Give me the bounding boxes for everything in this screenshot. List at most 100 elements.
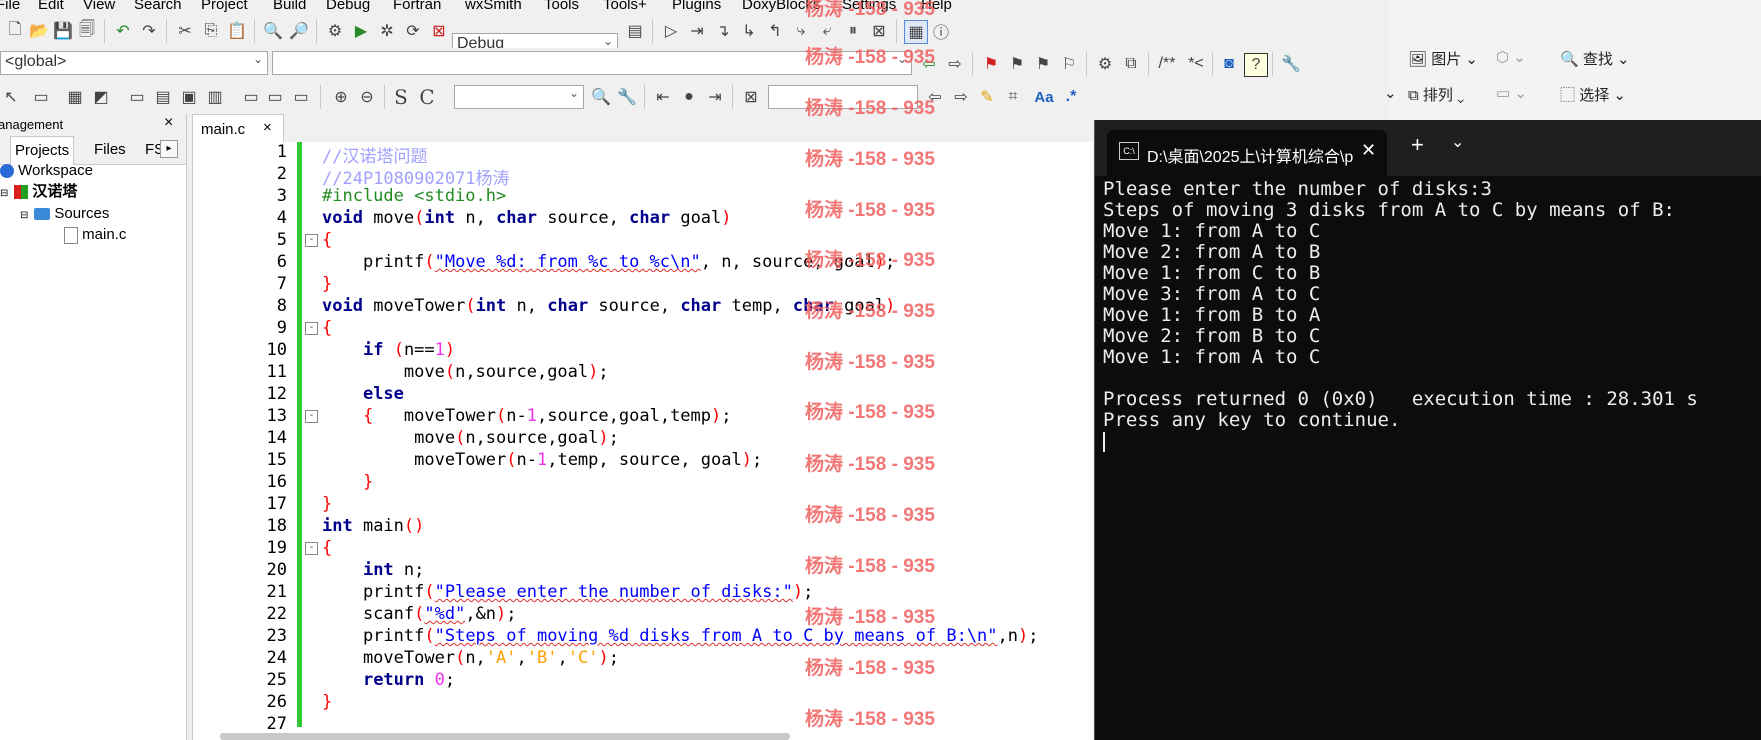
step-out-icon[interactable]: ↰: [764, 20, 786, 42]
doxy-inline-button[interactable]: *<: [1184, 53, 1208, 75]
abort-icon[interactable]: ⊠: [428, 20, 450, 42]
menu-view[interactable]: View: [83, 0, 115, 13]
close-icon[interactable]: ×: [164, 114, 173, 132]
clear-bookmarks-icon[interactable]: ⚐: [1058, 53, 1080, 75]
frame1-icon[interactable]: ▭: [240, 86, 262, 108]
find-icon[interactable]: 🔍: [262, 20, 284, 42]
terminal-tab[interactable]: C:\ D:\桌面\2025上\计算机综合\p ✕: [1107, 130, 1387, 176]
menu-fortran[interactable]: Fortran: [393, 0, 441, 13]
chevron-down-icon[interactable]: ⌄: [1451, 132, 1464, 152]
picture-button[interactable]: 🖼 图片 ⌄: [1408, 48, 1478, 69]
diagonal-icon[interactable]: ◩: [90, 86, 112, 108]
record-icon[interactable]: ●: [678, 86, 700, 108]
frame3-icon[interactable]: ▭: [290, 86, 312, 108]
shape-fill-icon[interactable]: ⬡ ⌄: [1496, 48, 1526, 66]
redo-icon[interactable]: ↷: [138, 20, 160, 42]
menu-search[interactable]: Search: [134, 0, 182, 13]
save-all-icon[interactable]: 🗐: [76, 20, 98, 42]
pointer-icon[interactable]: ↖: [0, 86, 22, 108]
run-to-cursor-icon[interactable]: ⇥: [686, 20, 708, 42]
fold-toggle-icon[interactable]: -: [305, 410, 318, 423]
search-doc-icon[interactable]: 🔍: [590, 86, 612, 108]
info-icon[interactable]: ⓘ: [930, 20, 952, 42]
arrange-button[interactable]: ⧉ 排列 ⌄: [1408, 84, 1464, 105]
zoom-out-icon[interactable]: ⊖: [356, 86, 378, 108]
build-run-icon[interactable]: ✲: [376, 20, 398, 42]
menu-edit[interactable]: Edit: [38, 0, 64, 13]
layout4-icon[interactable]: ▥: [204, 86, 226, 108]
scope-select[interactable]: <global> ⌄: [0, 51, 268, 75]
terminal-window[interactable]: C:\ D:\桌面\2025上\计算机综合\p ✕ + ⌄ Please ent…: [1094, 120, 1761, 740]
code-editor[interactable]: 1 2 3 4 5 6 7 8 9 10 11 12 13 14 15 16 17 18 19 20 21 22 23 24 2…: [192, 142, 1093, 740]
debug-run-icon[interactable]: ▷: [660, 20, 682, 42]
next-match-icon[interactable]: ⇥: [704, 86, 726, 108]
fold-toggle-icon[interactable]: -: [305, 322, 318, 335]
wrench-icon[interactable]: 🔧: [1280, 53, 1302, 75]
menu-tools[interactable]: Tools: [544, 0, 579, 13]
next-bookmark-icon[interactable]: ⚑: [1032, 53, 1054, 75]
html-doc-icon[interactable]: ◙: [1218, 53, 1240, 75]
tab-scroll-right-icon[interactable]: ▸: [160, 140, 178, 158]
frame2-icon[interactable]: ▭: [264, 86, 286, 108]
rebuild-icon[interactable]: ⟳: [402, 20, 424, 42]
fold-toggle-icon[interactable]: -: [305, 542, 318, 555]
clear-search-icon[interactable]: ⊠: [740, 86, 762, 108]
new-file-icon[interactable]: 🗋: [4, 20, 26, 42]
zoom-in-icon[interactable]: ⊕: [330, 86, 352, 108]
rectangle-icon[interactable]: ▭: [30, 86, 52, 108]
paste-icon[interactable]: 📋: [226, 20, 248, 42]
stop-debug-icon[interactable]: ⊠: [868, 20, 890, 42]
prev-bookmark-icon[interactable]: ⚑: [1006, 53, 1028, 75]
horizontal-scrollbar[interactable]: [220, 733, 790, 740]
menu-debug[interactable]: Debug: [326, 0, 370, 13]
highlight-icon[interactable]: ✎: [976, 86, 998, 108]
menu-plugins[interactable]: Plugins: [672, 0, 721, 13]
menu-project[interactable]: Project: [201, 0, 248, 13]
doxy-extract-icon[interactable]: ⧉: [1120, 53, 1142, 75]
layout3-icon[interactable]: ▣: [178, 86, 200, 108]
menu-file[interactable]: File: [0, 0, 20, 13]
bookmark-flag-icon[interactable]: ⚑: [980, 53, 1002, 75]
tab-files[interactable]: Files: [90, 136, 130, 164]
selection-icon[interactable]: ⌗: [1002, 86, 1024, 108]
match-case-button[interactable]: Aa: [1030, 86, 1058, 108]
menu-wxsmith[interactable]: wxSmith: [465, 0, 522, 13]
chevron-down-icon[interactable]: ⌄: [1384, 84, 1397, 102]
next-line-icon[interactable]: ↴: [712, 20, 734, 42]
s-button[interactable]: S: [390, 85, 412, 109]
cut-icon[interactable]: ✂: [174, 20, 196, 42]
step-into-icon[interactable]: ↳: [738, 20, 760, 42]
build-gear-icon[interactable]: ⚙: [324, 20, 346, 42]
file-main-c[interactable]: main.c: [64, 224, 126, 246]
pause-icon[interactable]: ⏸: [842, 20, 864, 42]
prev-match-icon[interactable]: ⇤: [652, 86, 674, 108]
find-next-icon[interactable]: ⇨: [950, 86, 972, 108]
layout1-icon[interactable]: ▭: [126, 86, 148, 108]
doxy-wizard-icon[interactable]: ⚙: [1094, 53, 1116, 75]
regex-button[interactable]: .*: [1060, 86, 1082, 108]
search-tool-icon[interactable]: 🔧: [616, 86, 638, 108]
search-combo[interactable]: ⌄: [454, 85, 584, 109]
layout2-icon[interactable]: ▤: [152, 86, 174, 108]
menu-tools-plus[interactable]: Tools+: [603, 0, 647, 13]
border-icon[interactable]: ▭ ⌄: [1496, 84, 1527, 102]
fold-toggle-icon[interactable]: -: [305, 234, 318, 247]
step-instruction-icon[interactable]: ⤶: [816, 20, 838, 42]
workspace-node[interactable]: Workspace: [0, 160, 93, 182]
tab-main-c[interactable]: main.c ×: [192, 114, 284, 143]
project-node[interactable]: ⊟ 汉诺塔: [0, 181, 77, 205]
debug-windows-icon[interactable]: ▦: [904, 20, 928, 44]
collapse-icon[interactable]: ⊟: [20, 205, 30, 227]
next-instruction-icon[interactable]: ⤷: [790, 20, 812, 42]
select-button[interactable]: ⬚ 选择 ⌄: [1560, 84, 1626, 105]
code-area[interactable]: //汉诺塔问题 //24P1080902071杨涛 #include <stdi…: [322, 142, 1102, 740]
jump-forward-icon[interactable]: ⇨: [944, 53, 966, 75]
new-tab-icon[interactable]: +: [1411, 132, 1424, 158]
close-tab-icon[interactable]: ✕: [1361, 140, 1376, 161]
collapse-icon[interactable]: ⊟: [0, 183, 10, 205]
save-icon[interactable]: 💾: [52, 20, 74, 42]
build-options-icon[interactable]: ▤: [624, 20, 646, 42]
open-icon[interactable]: 📂: [28, 20, 50, 42]
run-icon[interactable]: ▶: [350, 20, 372, 42]
close-tab-icon[interactable]: ×: [263, 119, 272, 136]
